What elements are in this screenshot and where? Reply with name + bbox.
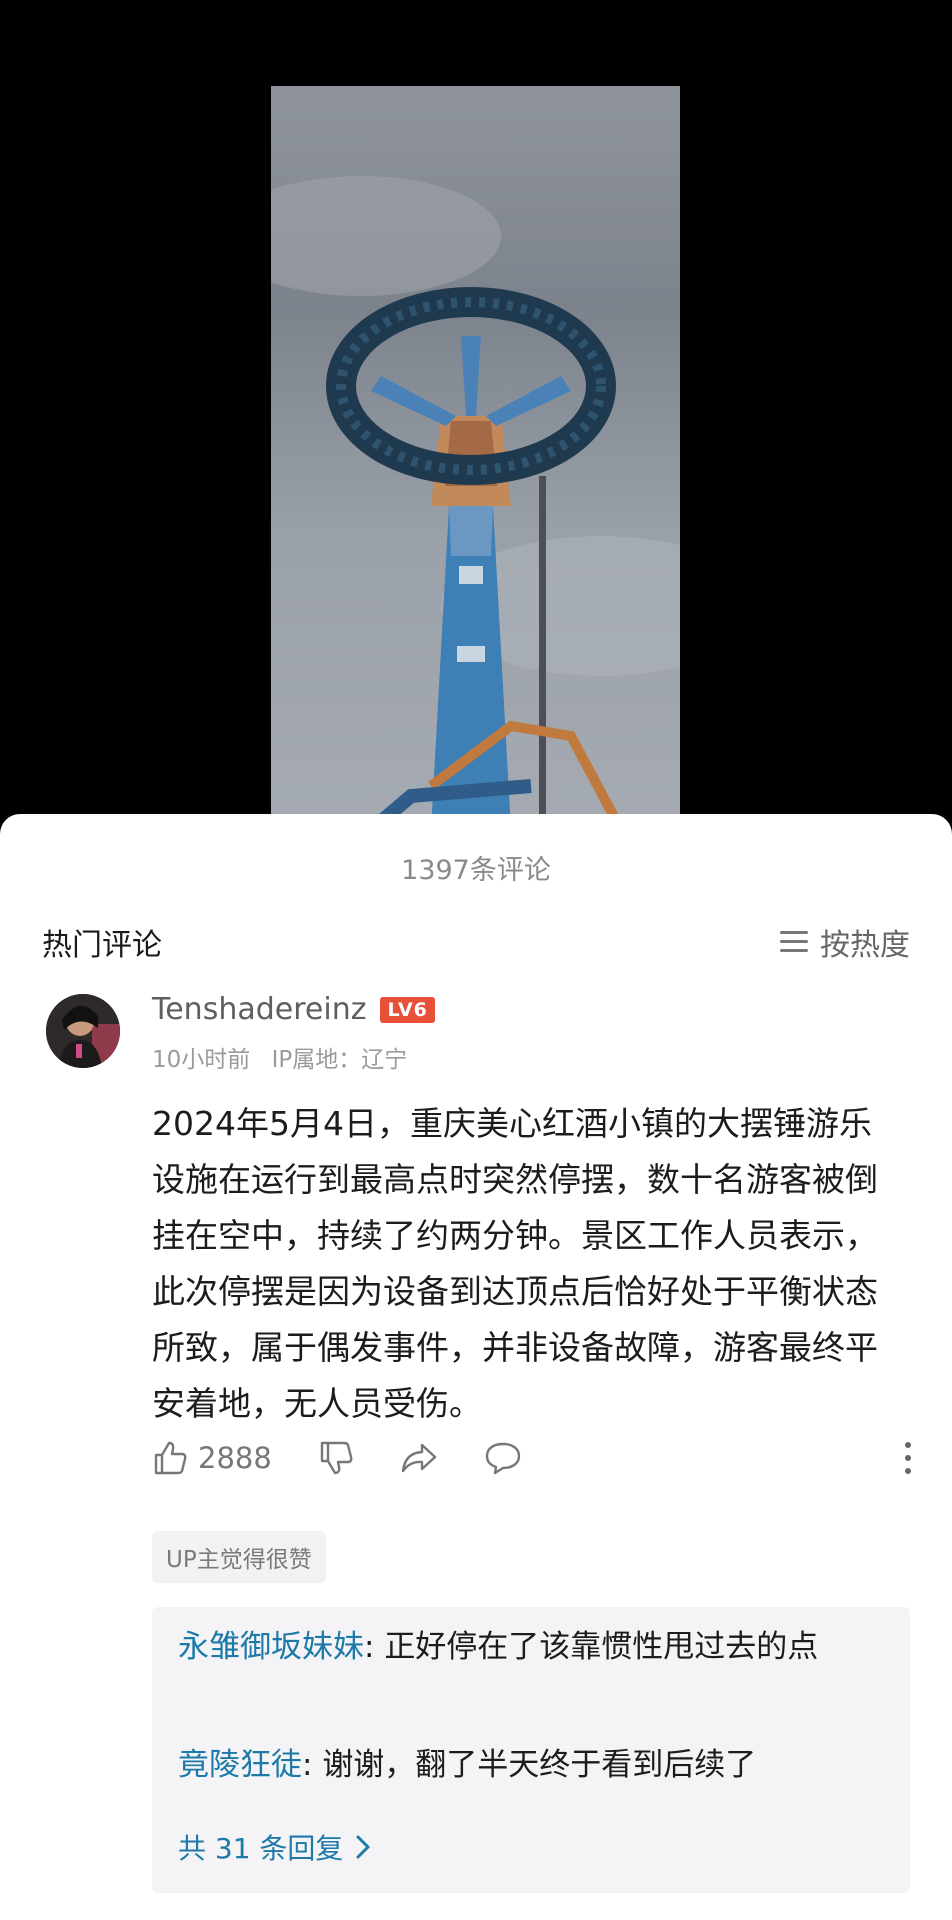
comment-bubble-icon bbox=[485, 1442, 521, 1475]
reply-user[interactable]: 竟陵狂徒 bbox=[178, 1747, 302, 1783]
chevron-right-icon bbox=[356, 1835, 370, 1859]
comment-actions: 2888 bbox=[152, 1440, 912, 1490]
sort-button[interactable]: 按热度 bbox=[780, 920, 910, 964]
section-title: 热门评论 bbox=[42, 928, 162, 963]
sort-label: 按热度 bbox=[820, 928, 910, 963]
level-badge: LV6 bbox=[380, 996, 435, 1023]
sort-lines-icon bbox=[780, 931, 808, 953]
reply-more-label: 共 31 条回复 bbox=[178, 1832, 344, 1865]
reply-text: 谢谢，翻了半天终于看到后续了 bbox=[322, 1747, 757, 1783]
reply-item[interactable]: 永雏御坂妹妹: 正好停在了该靠惯性甩过去的点 bbox=[178, 1621, 878, 1673]
video-frame[interactable] bbox=[271, 86, 680, 830]
like-button[interactable]: 2888 bbox=[152, 1440, 272, 1476]
more-vertical-icon[interactable] bbox=[904, 1442, 912, 1481]
reply-user[interactable]: 永雏御坂妹妹 bbox=[178, 1629, 364, 1665]
dislike-button[interactable] bbox=[318, 1440, 354, 1476]
comment-meta: 10小时前 IP属地：辽宁 bbox=[152, 1040, 407, 1074]
reply-separator: : bbox=[364, 1629, 385, 1665]
avatar-image bbox=[46, 994, 120, 1068]
up-liked-badge: UP主觉得很赞 bbox=[152, 1531, 326, 1583]
ip-location: IP属地：辽宁 bbox=[271, 1047, 408, 1073]
share-button[interactable] bbox=[400, 1440, 438, 1476]
thumbs-down-icon bbox=[320, 1441, 353, 1475]
share-icon bbox=[401, 1443, 437, 1473]
comment-count: 1397条评论 bbox=[401, 855, 551, 886]
thumbs-up-icon bbox=[154, 1441, 187, 1475]
reply-item[interactable]: 竟陵狂徒: 谢谢，翻了半天终于看到后续了 bbox=[178, 1739, 878, 1791]
reply-preview[interactable]: 永雏御坂妹妹: 正好停在了该靠惯性甩过去的点 竟陵狂徒: 谢谢，翻了半天终于看到… bbox=[152, 1607, 910, 1893]
comment-text: 2024年5月4日，重庆美心红酒小镇的大摆锤游乐设施在运行到最高点时突然停摆，数… bbox=[152, 1104, 878, 1423]
reply-text: 正好停在了该靠惯性甩过去的点 bbox=[384, 1629, 819, 1665]
reply-button[interactable] bbox=[484, 1440, 522, 1476]
like-count: 2888 bbox=[198, 1441, 272, 1475]
comment-time: 10小时前 bbox=[152, 1047, 251, 1073]
username-row: Tenshadereinz LV6 bbox=[152, 992, 435, 1027]
view-all-replies-link[interactable]: 共 31 条回复 bbox=[178, 1827, 371, 1867]
avatar[interactable] bbox=[46, 994, 120, 1068]
pendulum-ride-image bbox=[271, 176, 680, 830]
video-player[interactable] bbox=[0, 0, 952, 830]
reply-separator: : bbox=[302, 1747, 323, 1783]
username[interactable]: Tenshadereinz bbox=[152, 992, 366, 1027]
